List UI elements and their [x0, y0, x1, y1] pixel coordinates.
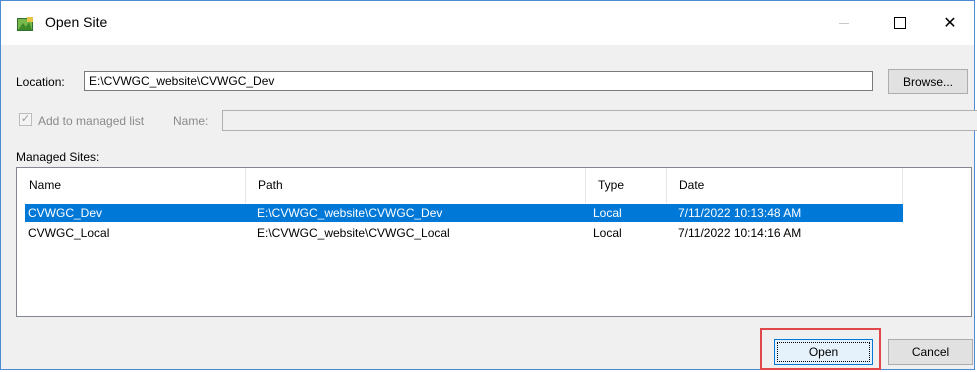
list-header: Name Path Type Date: [17, 168, 971, 203]
row-name: CVWGC_Local: [28, 226, 110, 240]
open-site-dialog: Open Site ✕ Location: Browse... ✓ Add to…: [0, 0, 977, 370]
cancel-button[interactable]: Cancel: [888, 339, 973, 365]
location-input[interactable]: [84, 71, 873, 91]
close-button[interactable]: ✕: [927, 1, 973, 45]
site-folder-icon: [17, 17, 33, 31]
browse-button[interactable]: Browse...: [888, 69, 968, 94]
column-header-type[interactable]: Type: [586, 168, 667, 203]
row-date: 7/11/2022 10:13:48 AM: [678, 206, 802, 220]
name-field[interactable]: [222, 110, 977, 131]
row-type: Local: [593, 226, 622, 240]
row-type: Local: [593, 206, 622, 220]
screenshot-stage: Open Site ✕ Location: Browse... ✓ Add to…: [0, 0, 977, 372]
managed-sites-list[interactable]: Name Path Type Date CVWGC_Dev E:\CVWGC_w…: [16, 167, 972, 317]
column-header-path[interactable]: Path: [246, 168, 586, 203]
row-name: CVWGC_Dev: [28, 206, 103, 220]
row-date: 7/11/2022 10:14:16 AM: [678, 226, 802, 240]
close-icon: ✕: [943, 13, 957, 32]
list-row-cvwgc-dev[interactable]: CVWGC_Dev E:\CVWGC_website\CVWGC_Dev Loc…: [25, 204, 903, 222]
window-title: Open Site: [45, 14, 108, 30]
add-to-managed-list-label: Add to managed list: [38, 114, 145, 128]
open-button[interactable]: Open: [774, 339, 873, 365]
row-path: E:\CVWGC_website\CVWGC_Local: [257, 226, 450, 240]
row-path: E:\CVWGC_website\CVWGC_Dev: [257, 206, 443, 220]
maximize-icon: [894, 17, 906, 29]
location-label: Location:: [16, 75, 65, 89]
open-button-label: Open: [808, 345, 839, 359]
column-header-date[interactable]: Date: [667, 168, 903, 203]
minimize-icon: [839, 22, 849, 24]
list-row-cvwgc-local[interactable]: CVWGC_Local E:\CVWGC_website\CVWGC_Local…: [25, 224, 903, 242]
checkmark-icon: ✓: [20, 113, 31, 125]
minimize-button[interactable]: [821, 1, 867, 45]
name-label: Name:: [173, 114, 209, 128]
maximize-button[interactable]: [877, 1, 923, 45]
managed-sites-label: Managed Sites:: [16, 150, 100, 164]
add-to-managed-list-checkbox[interactable]: ✓: [19, 113, 32, 126]
title-bar[interactable]: Open Site ✕: [1, 1, 974, 45]
column-header-name[interactable]: Name: [17, 168, 246, 203]
